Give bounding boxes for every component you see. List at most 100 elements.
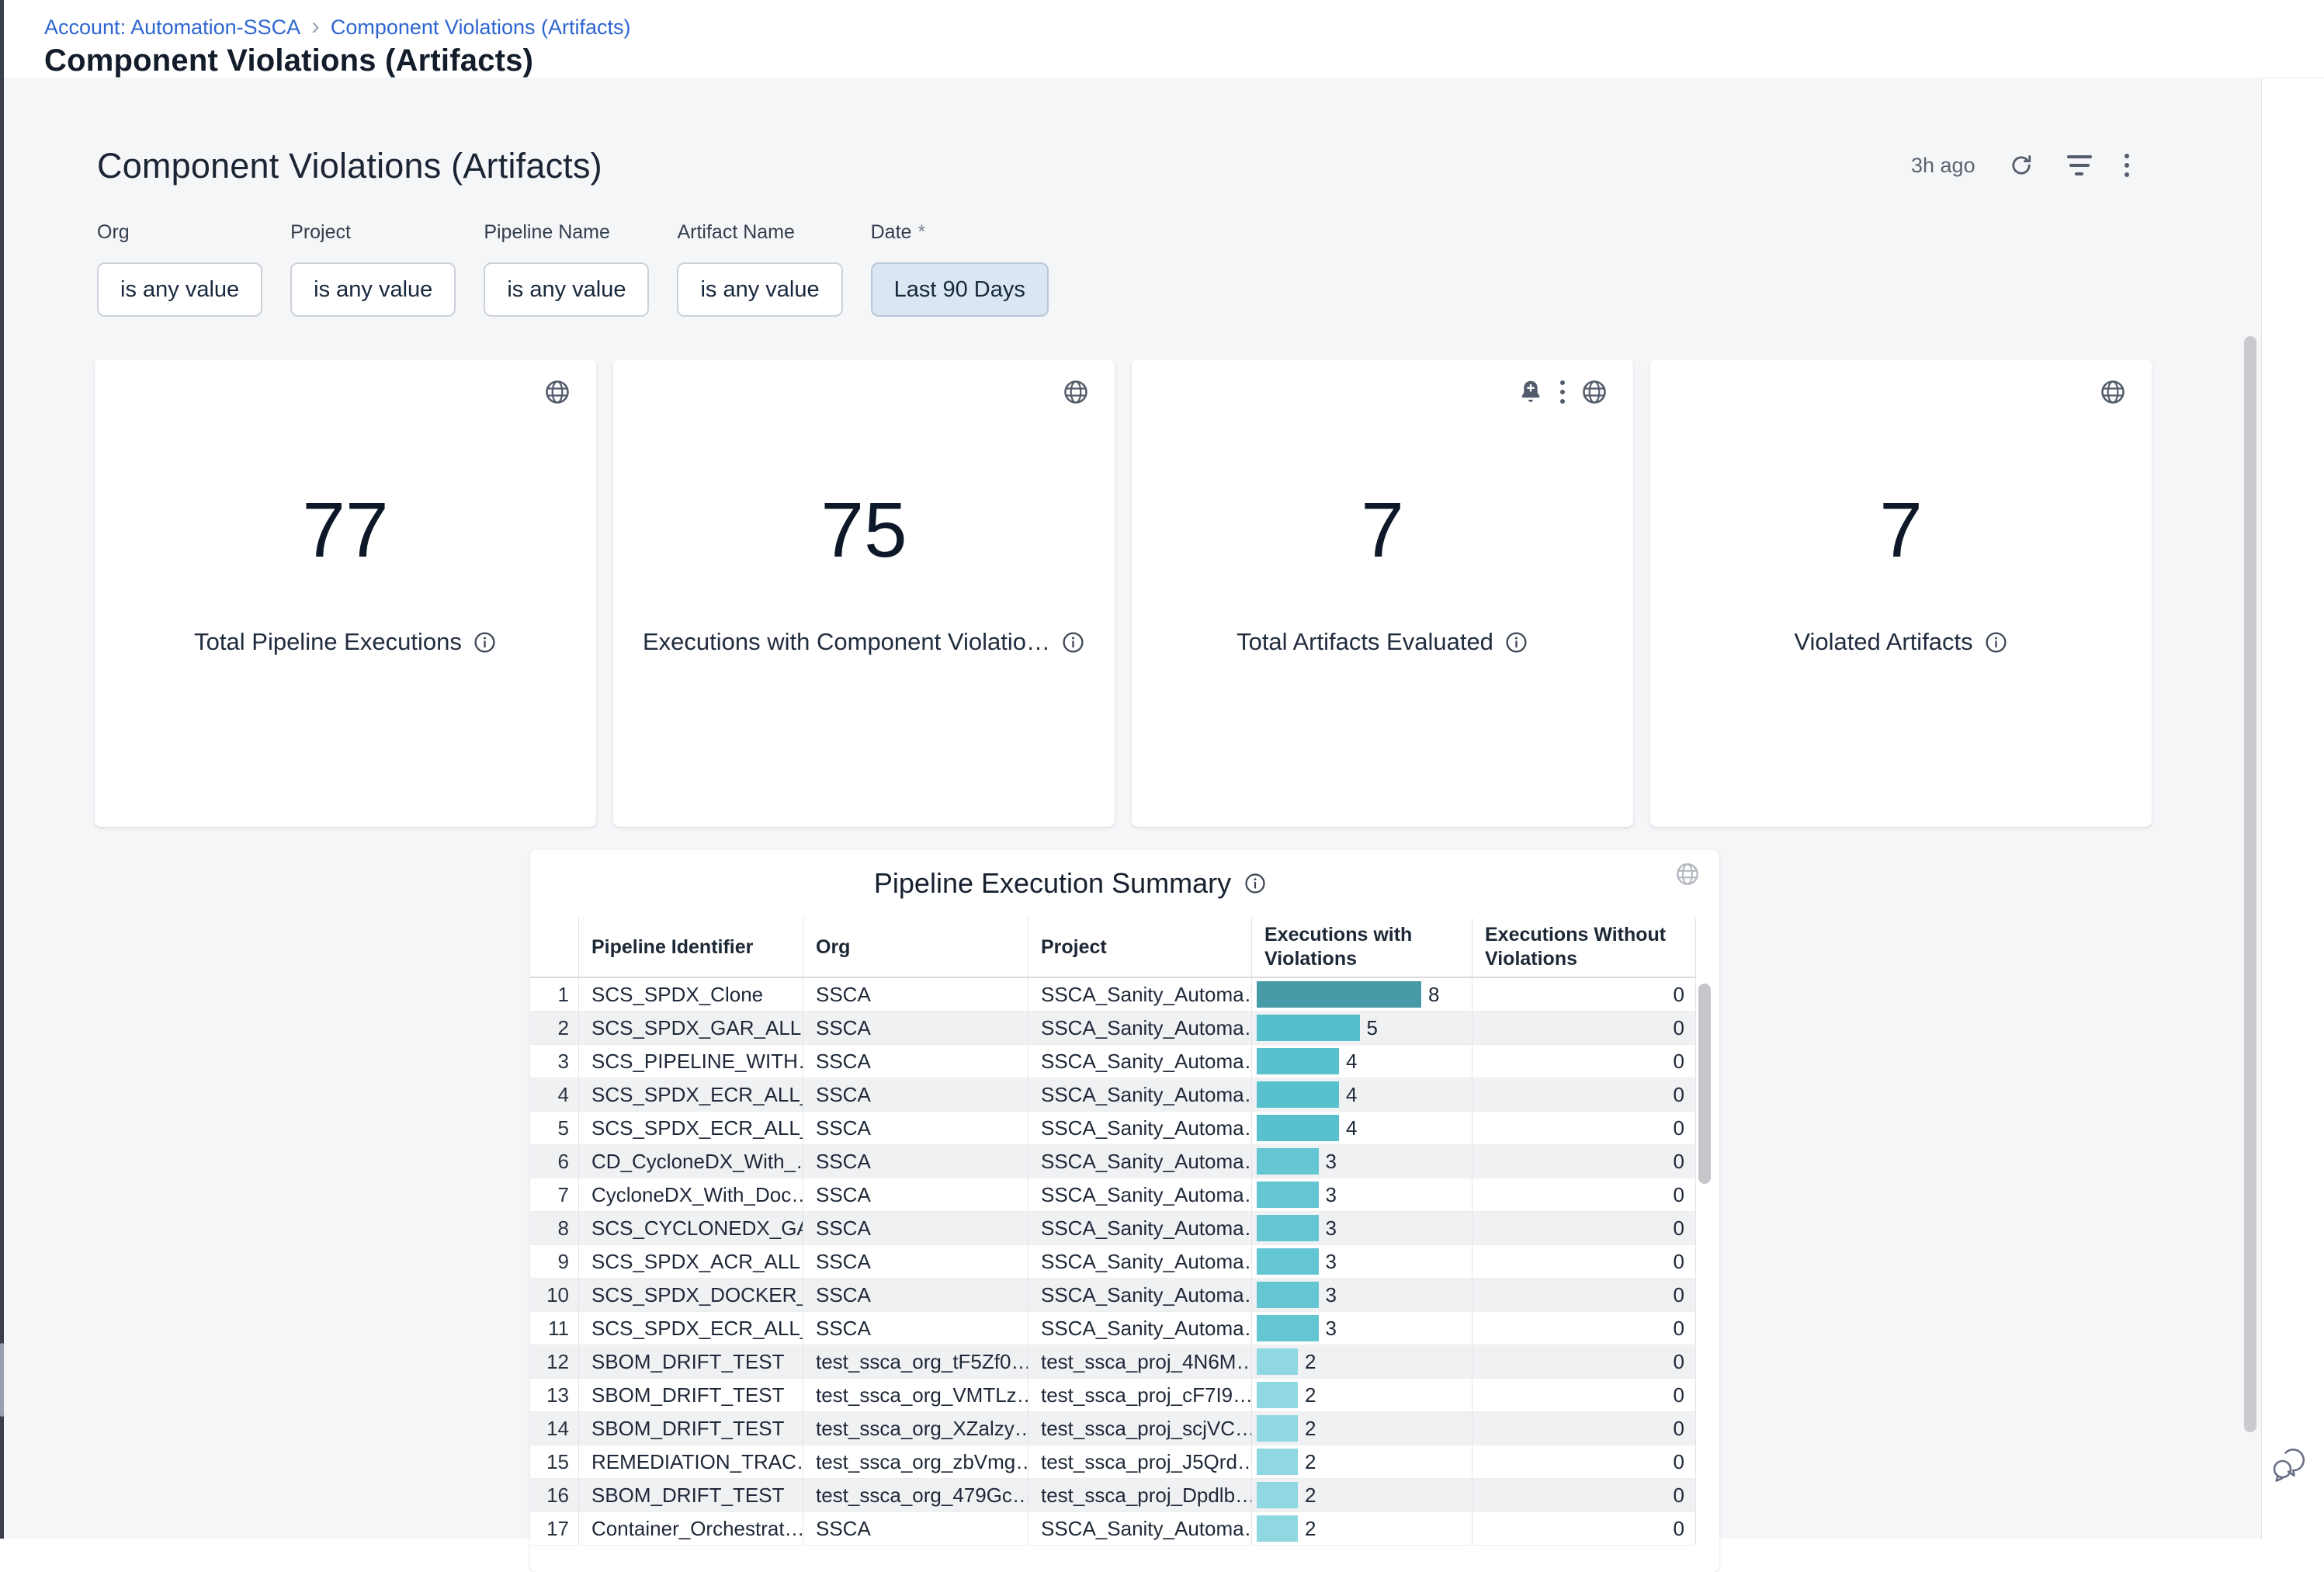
col-header-org[interactable]: Org bbox=[803, 918, 1028, 977]
pipeline-identifier-cell: SCS_SPDX_ECR_ALL_… bbox=[579, 1078, 803, 1111]
stat-card: 7 Total Artifacts Evaluated bbox=[1132, 359, 1633, 827]
executions-with-violations-cell: 3 bbox=[1252, 1145, 1472, 1178]
violations-bar-value: 8 bbox=[1428, 983, 1439, 1007]
card-icons bbox=[1062, 378, 1090, 406]
violations-bar-value: 3 bbox=[1326, 1150, 1337, 1174]
filter-value-button[interactable]: is any value bbox=[97, 262, 262, 317]
violations-bar bbox=[1257, 1048, 1339, 1074]
org-cell: SSCA bbox=[803, 1145, 1028, 1178]
violations-bar-value: 3 bbox=[1326, 1183, 1337, 1207]
stat-label: Executions with Component Violatio… bbox=[643, 628, 1050, 656]
violations-bar bbox=[1257, 981, 1421, 1008]
org-cell: test_ssca_org_tF5Zf0… bbox=[803, 1345, 1028, 1378]
filter-value: is any value bbox=[700, 277, 819, 303]
col-header-executions-with-violations[interactable]: Executions with Violations bbox=[1252, 918, 1472, 977]
filter-label-text: Org bbox=[97, 221, 130, 244]
executions-with-violations-cell: 2 bbox=[1252, 1379, 1472, 1411]
filter-value-button[interactable]: is any value bbox=[677, 262, 842, 317]
filter-required-marker: * bbox=[917, 221, 925, 244]
filter-label: Org bbox=[97, 221, 262, 244]
violations-bar-value: 2 bbox=[1305, 1383, 1316, 1407]
globe-icon[interactable] bbox=[1580, 378, 1608, 406]
violations-bar-value: 4 bbox=[1346, 1083, 1357, 1107]
filter-value-button[interactable]: is any value bbox=[290, 262, 456, 317]
pipeline-identifier-cell: CycloneDX_With_Doc… bbox=[579, 1178, 803, 1211]
violations-bar bbox=[1257, 1015, 1360, 1041]
org-cell: test_ssca_org_XZalzy… bbox=[803, 1412, 1028, 1445]
executions-with-violations-cell: 3 bbox=[1252, 1245, 1472, 1278]
pipeline-identifier-cell: SBOM_DRIFT_TEST bbox=[579, 1379, 803, 1411]
stat-label-row: Total Pipeline Executions bbox=[95, 628, 596, 656]
stat-cards-row: 77 Total Pipeline Executions bbox=[95, 359, 2152, 827]
executions-with-violations-cell: 2 bbox=[1252, 1479, 1472, 1511]
info-icon[interactable] bbox=[1061, 630, 1085, 654]
row-number: 2 bbox=[530, 1012, 579, 1044]
org-cell: SSCA bbox=[803, 1078, 1028, 1111]
dashboard-toolbar: 3h ago bbox=[1911, 152, 2129, 179]
info-icon[interactable] bbox=[473, 630, 497, 654]
executions-with-violations-cell: 8 bbox=[1252, 978, 1472, 1011]
stat-value: 75 bbox=[613, 491, 1115, 569]
filter-label-text: Pipeline Name bbox=[484, 221, 610, 244]
table-row: 1 SCS_SPDX_Clone SSCA SSCA_Sanity_Automa… bbox=[530, 978, 1696, 1012]
filter-value: Last 90 Days bbox=[894, 277, 1025, 303]
org-cell: test_ssca_org_zbVmg… bbox=[803, 1445, 1028, 1478]
filter-value-button[interactable]: Last 90 Days bbox=[871, 262, 1049, 317]
project-cell: SSCA_Sanity_Automa… bbox=[1028, 1245, 1252, 1278]
executions-without-violations-cell: 0 bbox=[1472, 1078, 1696, 1111]
globe-icon[interactable] bbox=[543, 378, 571, 406]
info-icon[interactable] bbox=[1244, 872, 1267, 895]
org-cell: SSCA bbox=[803, 1112, 1028, 1144]
globe-icon[interactable] bbox=[2099, 378, 2127, 406]
globe-icon[interactable] bbox=[1674, 861, 1701, 887]
filter-label: Project bbox=[290, 221, 456, 244]
col-header-row-number bbox=[530, 918, 579, 977]
violations-bar bbox=[1257, 1182, 1319, 1208]
executions-without-violations-cell: 0 bbox=[1472, 1512, 1696, 1545]
filter: Project is any value bbox=[290, 221, 456, 317]
filter-value-button[interactable]: is any value bbox=[484, 262, 649, 317]
executions-without-violations-cell: 0 bbox=[1472, 1045, 1696, 1077]
breadcrumb-current-link[interactable]: Component Violations (Artifacts) bbox=[331, 16, 631, 40]
row-number: 8 bbox=[530, 1212, 579, 1244]
breadcrumb-account-link[interactable]: Account: Automation-SSCA bbox=[44, 16, 300, 40]
col-header-executions-without-violations[interactable]: Executions Without Violations bbox=[1472, 918, 1696, 977]
pipeline-identifier-cell: SCS_SPDX_ECR_ALL_… bbox=[579, 1112, 803, 1144]
col-header-pipeline-identifier[interactable]: Pipeline Identifier bbox=[579, 918, 803, 977]
row-number: 16 bbox=[530, 1479, 579, 1511]
executions-without-violations-cell: 0 bbox=[1472, 1112, 1696, 1144]
table-row: 13 SBOM_DRIFT_TEST test_ssca_org_VMTLz… … bbox=[530, 1379, 1696, 1412]
executions-with-violations-cell: 2 bbox=[1252, 1512, 1472, 1545]
filter-label: Date * bbox=[871, 221, 1049, 244]
dashboard-scrollbar-thumb[interactable] bbox=[2244, 336, 2256, 1432]
violations-bar-value: 5 bbox=[1367, 1016, 1378, 1040]
info-icon[interactable] bbox=[1984, 630, 2008, 654]
col-header-project[interactable]: Project bbox=[1028, 918, 1252, 977]
executions-with-violations-cell: 3 bbox=[1252, 1312, 1472, 1345]
kebab-menu-icon[interactable] bbox=[2125, 154, 2129, 177]
table-row: 6 CD_CycloneDX_With_… SSCA SSCA_Sanity_A… bbox=[530, 1145, 1696, 1178]
row-number: 13 bbox=[530, 1379, 579, 1411]
row-number: 12 bbox=[530, 1345, 579, 1378]
project-cell: SSCA_Sanity_Automa… bbox=[1028, 1012, 1252, 1044]
filter-icon[interactable] bbox=[2067, 155, 2092, 175]
org-cell: SSCA bbox=[803, 1012, 1028, 1044]
refresh-icon[interactable] bbox=[2008, 152, 2034, 179]
org-cell: SSCA bbox=[803, 1279, 1028, 1311]
filter: Pipeline Name is any value bbox=[484, 221, 649, 317]
kebab-menu-icon[interactable] bbox=[1560, 380, 1565, 404]
violations-bar bbox=[1257, 1482, 1298, 1508]
row-number: 15 bbox=[530, 1445, 579, 1478]
globe-icon[interactable] bbox=[1062, 378, 1090, 406]
pipeline-identifier-cell: SCS_SPDX_GAR_ALL… bbox=[579, 1012, 803, 1044]
filter-value: is any value bbox=[120, 277, 239, 303]
bell-plus-icon[interactable] bbox=[1517, 378, 1545, 406]
violations-bar-value: 2 bbox=[1305, 1350, 1316, 1374]
info-icon[interactable] bbox=[1504, 630, 1528, 654]
table-row: 11 SCS_SPDX_ECR_ALL_… SSCA SSCA_Sanity_A… bbox=[530, 1312, 1696, 1345]
table-scrollbar-thumb[interactable] bbox=[1698, 984, 1711, 1184]
violations-bar bbox=[1257, 1415, 1298, 1442]
stat-label-row: Executions with Component Violatio… bbox=[613, 628, 1115, 656]
card-icons bbox=[2099, 378, 2127, 406]
chat-help-button[interactable] bbox=[2265, 1440, 2315, 1490]
